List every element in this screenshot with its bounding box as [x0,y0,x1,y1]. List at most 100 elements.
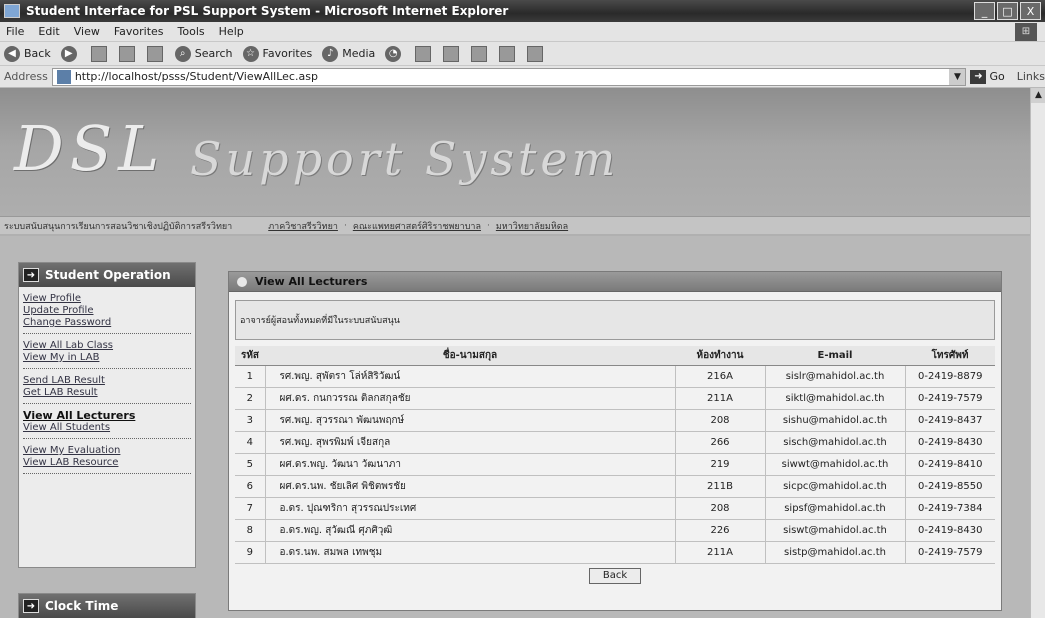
toolbar: ◀ Back ▶ ⌕ Search ☆ Favorites ♪ Media ◔ [0,42,1045,66]
site-name: ระบบสนับสนุนการเรียนการสอนวิชาเชิงปฏิบัต… [4,221,233,232]
cell-id: 6 [235,475,266,498]
menu-view[interactable]: View [74,25,100,38]
page-icon [56,69,71,84]
menu-help[interactable]: Help [219,25,244,38]
cell-phone: 0-2419-8430 [905,431,995,454]
cell-name: รศ.พญ. สุวรรณา พัฒนพฤกษ์ [265,409,676,432]
messenger-button[interactable] [527,45,545,62]
breadcrumb-link-department[interactable]: ภาควิชาสรีรวิทยา [268,219,338,233]
messenger-icon [527,45,544,62]
panel-header: View All Lecturers [229,272,1001,292]
scroll-up-icon[interactable]: ▲ [1031,88,1045,103]
cell-id: 4 [235,431,266,454]
column-header-phone: โทรศัพท์ [905,346,995,366]
history-button[interactable]: ◔ [385,45,405,62]
menu-edit[interactable]: Edit [38,25,59,38]
cell-room: 211A [675,541,766,564]
cell-name: ผศ.ดร.พญ. วัฒนา วัฒนาภา [265,453,676,476]
sidebar-item-change-password[interactable]: Change Password [23,317,191,329]
sidebar-item-view-profile[interactable]: View Profile [23,293,191,305]
sidebar-item-view-my-evaluation[interactable]: View My Evaluation [23,445,191,457]
sidebar-item-get-lab-result[interactable]: Get LAB Result [23,387,191,399]
media-label: Media [342,47,376,60]
table-row: 2 ผศ.ดร. กนกวรรณ ติลกสกุลชัย 211A siktl@mah… [235,387,995,410]
table-row: 6 ผศ.ดร.นพ. ชัยเลิศ พิชิตพรชัย 211B sicpc@m… [235,475,995,498]
breadcrumb-link-faculty[interactable]: คณะแพทยศาสตร์ศิริราชพยาบาล [353,219,481,233]
site-banner: DSL Support System ระบบสนับสนุนการเรียนก… [0,88,1030,236]
menu-favorites[interactable]: Favorites [114,25,164,38]
cell-email: siswt@mahidol.ac.th [765,519,906,542]
links-button[interactable]: Links [1017,70,1045,83]
address-input[interactable]: http://localhost/psss/Student/ViewAllLec… [51,67,967,86]
breadcrumb-separator: · [486,220,490,231]
home-button[interactable] [146,45,165,62]
breadcrumb: ระบบสนับสนุนการเรียนการสอนวิชาเชิงปฏิบัต… [0,216,1030,234]
go-label: Go [989,70,1005,83]
maximize-button[interactable]: □ [997,2,1018,20]
sidebar-header: ➜ Student Operation [19,263,195,287]
sidebar-item-view-all-students[interactable]: View All Students [23,422,191,434]
back-button[interactable]: Back [589,568,641,584]
media-button[interactable]: ♪ Media [322,45,376,62]
stop-icon [90,45,107,62]
cell-room: 208 [675,409,766,432]
cell-phone: 0-2419-7579 [905,541,995,564]
discuss-icon [499,45,516,62]
search-label: Search [194,47,233,60]
sidebar-item-view-my-in-lab[interactable]: View My in LAB [23,352,191,364]
address-bar: Address http://localhost/psss/Student/Vi… [0,66,1045,88]
cell-room: 226 [675,519,766,542]
chevron-down-icon[interactable]: ▼ [949,68,966,85]
sidebar-item-view-all-lab-class[interactable]: View All Lab Class [23,340,191,352]
back-label: Back [24,47,51,60]
table-row: 9 อ.ดร.นพ. สมพล เทพชุม 211A sistp@mahidol.a… [235,541,995,564]
forward-button[interactable]: ▶ [60,45,81,62]
go-arrow-icon: ➜ [970,69,987,84]
cell-email: sislr@mahidol.ac.th [765,365,906,388]
favorites-button[interactable]: ☆ Favorites [242,45,312,62]
cell-room: 219 [675,453,766,476]
column-header-room: ห้องทำงาน [675,346,765,366]
sidebar-item-view-lab-resource[interactable]: View LAB Resource [23,457,191,469]
address-label: Address [4,70,48,83]
cell-name: รศ.พญ. สุพรพิมพ์ เจียสกุล [265,431,676,454]
cell-id: 2 [235,387,266,410]
menu-bar: File Edit View Favorites Tools Help ⊞ [0,22,1045,42]
menu-file[interactable]: File [6,25,24,38]
cell-phone: 0-2419-8879 [905,365,995,388]
breadcrumb-link-university[interactable]: มหาวิทยาลัยมหิดล [496,219,568,233]
cell-room: 211A [675,387,766,410]
word-button[interactable] [471,45,489,62]
student-operation-panel: ➜ Student Operation View Profile Update … [18,262,196,568]
vertical-scrollbar[interactable]: ▲ [1030,88,1045,618]
mail-icon [415,45,432,62]
go-button[interactable]: ➜ Go [970,69,1005,84]
sidebar-item-update-profile[interactable]: Update Profile [23,305,191,317]
back-button[interactable]: ◀ Back [4,45,51,62]
clock-panel: ➜ Clock Time [18,593,196,618]
panel-description: อาจารย์ผู้สอนทั้งหมดที่มีในระบบสนับสนุน [235,300,995,340]
clock-title: Clock Time [45,599,119,613]
minimize-button[interactable]: _ [974,2,995,20]
breadcrumb-separator: · [343,220,347,231]
cell-email: sisch@mahidol.ac.th [765,431,906,454]
discuss-button[interactable] [499,45,517,62]
sidebar-item-view-all-lecturers[interactable]: View All Lecturers [23,410,191,422]
cell-phone: 0-2419-7384 [905,497,995,520]
search-button[interactable]: ⌕ Search [174,45,233,62]
menu-tools[interactable]: Tools [178,25,205,38]
close-button[interactable]: X [1020,2,1041,20]
site-logo: DSL [14,112,166,185]
sidebar-item-send-lab-result[interactable]: Send LAB Result [23,375,191,387]
cell-name: อ.ดร.นพ. สมพล เทพชุม [265,541,676,564]
cell-room: 216A [675,365,766,388]
column-header-email: E-mail [765,346,905,366]
refresh-button[interactable] [118,45,137,62]
print-button[interactable] [443,45,461,62]
table-row: 1 รศ.พญ. สุพัตรา โล่ห์สิริวัฒน์ 216A sislr@… [235,365,995,388]
stop-button[interactable] [90,45,109,62]
cell-id: 1 [235,365,266,388]
column-header-id: รหัส [235,346,265,366]
sidebar-title: Student Operation [45,268,171,282]
mail-button[interactable] [415,45,433,62]
